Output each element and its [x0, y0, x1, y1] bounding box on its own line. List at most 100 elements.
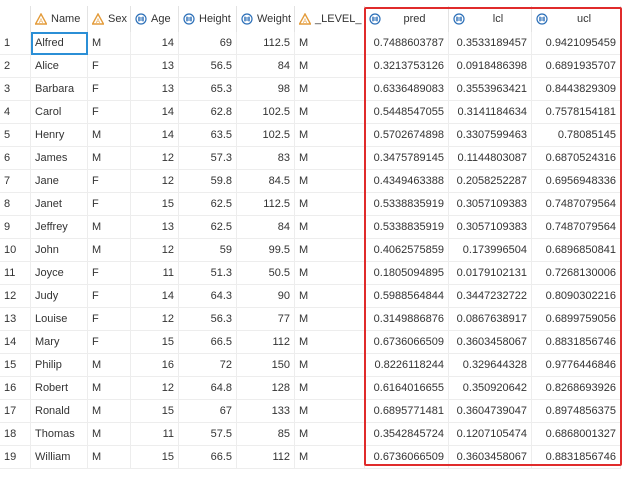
cell-height[interactable]: 66.5 — [179, 446, 237, 469]
cell-level[interactable]: M — [295, 423, 365, 446]
cell-pred[interactable]: 0.5338835919 — [365, 216, 449, 239]
cell-pred[interactable]: 0.5448547055 — [365, 101, 449, 124]
cell-pred[interactable]: 0.6164016655 — [365, 377, 449, 400]
cell-sex[interactable]: F — [88, 308, 131, 331]
cell-ucl[interactable]: 0.6870524316 — [532, 147, 621, 170]
cell-lcl[interactable]: 0.329644328 — [449, 354, 532, 377]
cell-age[interactable]: 14 — [131, 101, 179, 124]
column-header-sex[interactable]: A Sex — [88, 6, 131, 32]
cell-ucl[interactable]: 0.78085145 — [532, 124, 621, 147]
cell-weight[interactable]: 128 — [237, 377, 295, 400]
table-row[interactable]: 2 Alice F 13 56.5 84 M 0.3213753126 0.0918486398… — [0, 55, 633, 78]
cell-lcl[interactable]: 0.3057109383 — [449, 216, 532, 239]
cell-ucl[interactable]: 0.9776446846 — [532, 354, 621, 377]
cell-height[interactable]: 57.3 — [179, 147, 237, 170]
cell-name[interactable]: John — [31, 239, 88, 262]
table-row[interactable]: 18 Thomas M 11 57.5 85 M 0.3542845724 0.12071054… — [0, 423, 633, 446]
cell-lcl[interactable]: 0.3057109383 — [449, 193, 532, 216]
cell-age[interactable]: 14 — [131, 32, 179, 55]
cell-level[interactable]: M — [295, 400, 365, 423]
cell-level[interactable]: M — [295, 377, 365, 400]
cell-ucl[interactable]: 0.8090302216 — [532, 285, 621, 308]
cell-pred[interactable]: 0.3475789145 — [365, 147, 449, 170]
column-header-height[interactable]: Height — [179, 6, 237, 32]
cell-age[interactable]: 15 — [131, 193, 179, 216]
cell-lcl[interactable]: 0.3533189457 — [449, 32, 532, 55]
cell-age[interactable]: 12 — [131, 308, 179, 331]
cell-ucl[interactable]: 0.7268130006 — [532, 262, 621, 285]
cell-ucl[interactable]: 0.8443829309 — [532, 78, 621, 101]
cell-ucl[interactable]: 0.6891935707 — [532, 55, 621, 78]
column-header-weight[interactable]: Weight — [237, 6, 295, 32]
cell-level[interactable]: M — [295, 239, 365, 262]
cell-pred[interactable]: 0.5338835919 — [365, 193, 449, 216]
table-row[interactable]: 11 Joyce F 11 51.3 50.5 M 0.1805094895 0.0179102… — [0, 262, 633, 285]
cell-weight[interactable]: 84 — [237, 55, 295, 78]
cell-sex[interactable]: F — [88, 170, 131, 193]
column-header-ucl[interactable]: ucl — [532, 6, 621, 32]
cell-name[interactable]: Thomas — [31, 423, 88, 446]
table-row[interactable]: 14 Mary F 15 66.5 112 M 0.6736066509 0.360345806… — [0, 331, 633, 354]
cell-weight[interactable]: 50.5 — [237, 262, 295, 285]
cell-height[interactable]: 69 — [179, 32, 237, 55]
cell-weight[interactable]: 77 — [237, 308, 295, 331]
cell-level[interactable]: M — [295, 32, 365, 55]
table-row[interactable]: 4 Carol F 14 62.8 102.5 M 0.5448547055 0.3141184… — [0, 101, 633, 124]
cell-name[interactable]: Alice — [31, 55, 88, 78]
cell-sex[interactable]: F — [88, 285, 131, 308]
cell-weight[interactable]: 85 — [237, 423, 295, 446]
cell-level[interactable]: M — [295, 55, 365, 78]
cell-weight[interactable]: 90 — [237, 285, 295, 308]
cell-level[interactable]: M — [295, 446, 365, 469]
table-row[interactable]: 9 Jeffrey M 13 62.5 84 M 0.5338835919 0.30571093… — [0, 216, 633, 239]
cell-height[interactable]: 63.5 — [179, 124, 237, 147]
cell-name[interactable]: Janet — [31, 193, 88, 216]
cell-level[interactable]: M — [295, 78, 365, 101]
cell-height[interactable]: 62.5 — [179, 193, 237, 216]
cell-ucl[interactable]: 0.6956948336 — [532, 170, 621, 193]
table-row[interactable]: 10 John M 12 59 99.5 M 0.4062575859 0.173996504 0… — [0, 239, 633, 262]
cell-sex[interactable]: F — [88, 193, 131, 216]
cell-height[interactable]: 56.3 — [179, 308, 237, 331]
cell-height[interactable]: 56.5 — [179, 55, 237, 78]
table-row[interactable]: 6 James M 12 57.3 83 M 0.3475789145 0.1144803087… — [0, 147, 633, 170]
cell-ucl[interactable]: 0.9421095459 — [532, 32, 621, 55]
cell-age[interactable]: 16 — [131, 354, 179, 377]
cell-ucl[interactable]: 0.7487079564 — [532, 216, 621, 239]
cell-weight[interactable]: 150 — [237, 354, 295, 377]
cell-pred[interactable]: 0.6336489083 — [365, 78, 449, 101]
cell-sex[interactable]: M — [88, 239, 131, 262]
table-row[interactable]: 7 Jane F 12 59.8 84.5 M 0.4349463388 0.205825228… — [0, 170, 633, 193]
cell-height[interactable]: 59.8 — [179, 170, 237, 193]
cell-height[interactable]: 59 — [179, 239, 237, 262]
cell-lcl[interactable]: 0.173996504 — [449, 239, 532, 262]
column-header-rownum[interactable] — [0, 6, 31, 32]
cell-height[interactable]: 62.8 — [179, 101, 237, 124]
cell-level[interactable]: M — [295, 101, 365, 124]
cell-lcl[interactable]: 0.3141184634 — [449, 101, 532, 124]
cell-name[interactable]: Robert — [31, 377, 88, 400]
cell-height[interactable]: 64.3 — [179, 285, 237, 308]
cell-sex[interactable]: M — [88, 147, 131, 170]
cell-pred[interactable]: 0.6895771481 — [365, 400, 449, 423]
cell-weight[interactable]: 112 — [237, 446, 295, 469]
cell-pred[interactable]: 0.3542845724 — [365, 423, 449, 446]
cell-sex[interactable]: F — [88, 78, 131, 101]
cell-age[interactable]: 13 — [131, 55, 179, 78]
cell-lcl[interactable]: 0.3447232722 — [449, 285, 532, 308]
cell-pred[interactable]: 0.6736066509 — [365, 331, 449, 354]
cell-lcl[interactable]: 0.350920642 — [449, 377, 532, 400]
cell-sex[interactable]: F — [88, 331, 131, 354]
cell-ucl[interactable]: 0.8831856746 — [532, 446, 621, 469]
cell-ucl[interactable]: 0.8831856746 — [532, 331, 621, 354]
cell-level[interactable]: M — [295, 124, 365, 147]
cell-lcl[interactable]: 0.3603458067 — [449, 331, 532, 354]
cell-level[interactable]: M — [295, 262, 365, 285]
cell-ucl[interactable]: 0.7578154181 — [532, 101, 621, 124]
table-row[interactable]: 16 Robert M 12 64.8 128 M 0.6164016655 0.3509206… — [0, 377, 633, 400]
cell-sex[interactable]: M — [88, 377, 131, 400]
cell-level[interactable]: M — [295, 331, 365, 354]
cell-lcl[interactable]: 0.1144803087 — [449, 147, 532, 170]
cell-age[interactable]: 11 — [131, 262, 179, 285]
cell-sex[interactable]: F — [88, 55, 131, 78]
